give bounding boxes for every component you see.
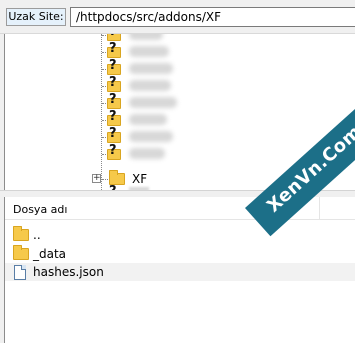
folder-icon [13, 226, 29, 241]
folder-icon [13, 245, 29, 260]
tree-item[interactable]: ? [5, 92, 355, 111]
tree-item[interactable]: ? [5, 75, 355, 94]
unknown-folder-icon: ? [107, 41, 121, 59]
remote-site-label: Uzak Site: [6, 8, 66, 26]
column-separator[interactable] [319, 197, 320, 219]
blurred-folder-name [129, 131, 173, 142]
unknown-folder-icon: ? [107, 58, 121, 76]
remote-path-text: /httpdocs/src/addons/XF [76, 10, 222, 24]
unknown-folder-icon: ? [107, 126, 121, 144]
unknown-folder-icon: ? [107, 109, 121, 127]
tree-item[interactable]: ? [5, 34, 355, 43]
blurred-folder-name [129, 114, 167, 125]
blurred-folder-name [129, 34, 163, 40]
file-name: _data [33, 247, 67, 261]
unknown-folder-icon: ? [107, 143, 121, 161]
remote-site-bar: Uzak Site: /httpdocs/src/addons/XF [0, 0, 355, 34]
file-name: hashes.json [33, 265, 104, 279]
list-item-parent[interactable]: .. [5, 226, 355, 244]
remote-file-list[interactable]: Dosya adı .. _data hashes.json [4, 197, 355, 343]
blurred-folder-name [129, 63, 173, 74]
tree-item[interactable]: ? [5, 126, 355, 145]
list-item[interactable]: _data [5, 245, 355, 263]
blurred-folder-name [129, 97, 177, 108]
unknown-folder-icon: ? [107, 75, 121, 93]
file-icon [14, 265, 26, 280]
ftp-remote-pane: Uzak Site: /httpdocs/src/addons/XF ? ? ?… [0, 0, 355, 343]
file-name: .. [33, 228, 41, 242]
blurred-folder-name [129, 80, 171, 91]
unknown-folder-icon: ? [107, 92, 121, 110]
blurred-folder-name [129, 46, 169, 57]
expand-toggle-icon[interactable]: + [92, 174, 101, 183]
list-item[interactable]: hashes.json [5, 263, 355, 281]
blurred-folder-name [129, 148, 165, 159]
column-header-label: Dosya adı [13, 203, 68, 216]
tree-item[interactable]: ? [5, 109, 355, 128]
tree-item[interactable]: ? [5, 58, 355, 77]
tree-item-label: XF [132, 172, 148, 186]
tree-item[interactable]: ? [5, 41, 355, 60]
remote-path-input[interactable]: /httpdocs/src/addons/XF [70, 7, 355, 27]
